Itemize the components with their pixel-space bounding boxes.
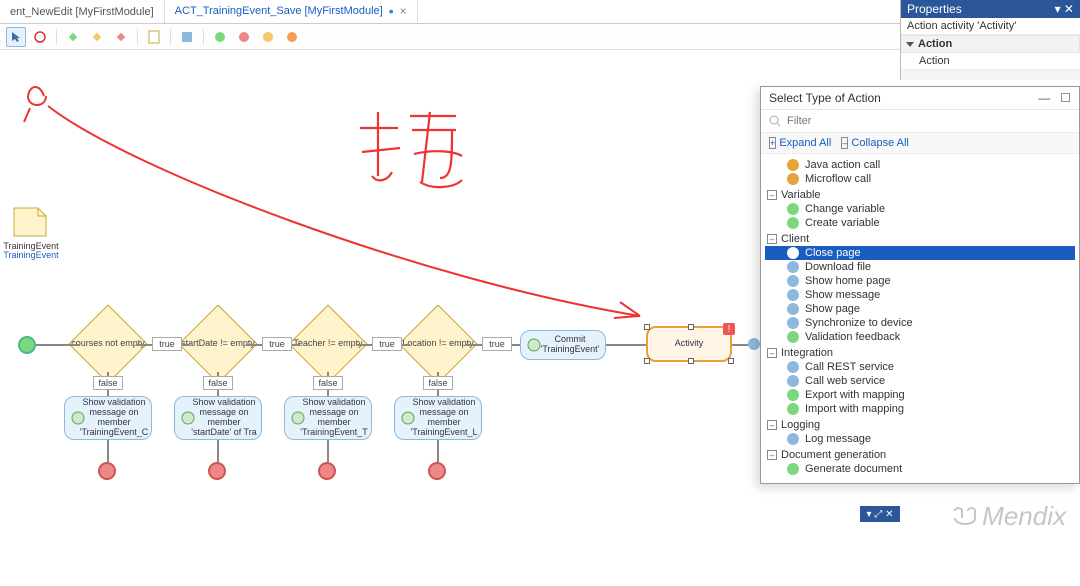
action-create-variable[interactable]: Create variable xyxy=(765,216,1075,230)
properties-title: Properties xyxy=(907,2,962,16)
true-label: true xyxy=(482,337,512,351)
true-label: true xyxy=(262,337,292,351)
props-action-row[interactable]: Action xyxy=(901,53,1080,70)
tab-act-save[interactable]: ACT_TrainingEvent_Save [MyFirstModule] •… xyxy=(165,0,418,23)
status-bar[interactable]: ▾ ⤢ ✕ xyxy=(860,506,900,522)
end-event[interactable] xyxy=(428,462,446,480)
group-integration[interactable]: –Integration xyxy=(765,346,1075,360)
action-microflow-call[interactable]: Microflow call xyxy=(765,172,1075,186)
action-log-message[interactable]: Log message xyxy=(765,432,1075,446)
green-circle-icon[interactable] xyxy=(210,27,230,47)
expand-all-link[interactable]: + Expand All xyxy=(769,137,831,149)
action-show-page[interactable]: Show page xyxy=(765,302,1075,316)
group-logging[interactable]: –Logging xyxy=(765,418,1075,432)
activity-validation-3[interactable]: Show validation message on member 'Train… xyxy=(284,396,372,440)
true-label: true xyxy=(152,337,182,351)
action-tree[interactable]: Java action call Microflow call –Variabl… xyxy=(761,154,1079,483)
red-diamond-icon[interactable] xyxy=(111,27,131,47)
activity-commit[interactable]: Commit 'TrainingEvent' xyxy=(520,330,606,360)
filter-input[interactable] xyxy=(785,114,1071,128)
parameter-trainingevent[interactable]: TrainingEvent TrainingEvent xyxy=(10,206,50,240)
document-icon[interactable] xyxy=(144,27,164,47)
orange-circle-icon[interactable] xyxy=(282,27,302,47)
end-event[interactable] xyxy=(208,462,226,480)
action-change-variable[interactable]: Change variable xyxy=(765,202,1075,216)
end-event[interactable] xyxy=(98,462,116,480)
select-action-popup: Select Type of Action — ☐ + Expand All –… xyxy=(760,86,1080,484)
true-label: true xyxy=(372,337,402,351)
tab-label: ent_NewEdit [MyFirstModule] xyxy=(10,6,154,18)
flow-line xyxy=(606,344,646,346)
start-event[interactable] xyxy=(18,336,36,354)
props-category-action[interactable]: Action xyxy=(901,35,1080,53)
flow-line xyxy=(36,344,80,346)
action-call-rest[interactable]: Call REST service xyxy=(765,360,1075,374)
flow-line xyxy=(107,440,109,462)
minimize-icon[interactable]: — xyxy=(1038,91,1050,105)
action-show-message[interactable]: Show message xyxy=(765,288,1075,302)
maximize-icon[interactable]: ☐ xyxy=(1060,91,1071,105)
action-show-home[interactable]: Show home page xyxy=(765,274,1075,288)
end-connector xyxy=(748,338,760,350)
action-validation-feedback[interactable]: Validation feedback xyxy=(765,330,1075,344)
activity-validation-4[interactable]: Show validation message on member 'Train… xyxy=(394,396,482,440)
group-variable[interactable]: –Variable xyxy=(765,188,1075,202)
action-java-call[interactable]: Java action call xyxy=(765,158,1075,172)
blue-square-icon[interactable] xyxy=(177,27,197,47)
pointer-tool-icon[interactable] xyxy=(6,27,26,47)
orange-diamond-icon[interactable] xyxy=(87,27,107,47)
group-client[interactable]: –Client xyxy=(765,232,1075,246)
green-diamond-icon[interactable] xyxy=(63,27,83,47)
false-label: false xyxy=(313,376,343,390)
action-generate-document[interactable]: Generate document xyxy=(765,462,1075,476)
decision-location[interactable]: Location != empty xyxy=(410,316,466,372)
properties-subtitle: Action activity 'Activity' xyxy=(901,18,1080,35)
tab-label: ACT_TrainingEvent_Save [MyFirstModule] xyxy=(175,5,383,17)
end-event[interactable] xyxy=(318,462,336,480)
tab-newedit[interactable]: ent_NewEdit [MyFirstModule] xyxy=(0,0,165,23)
decision-startdate[interactable]: startDate != empty xyxy=(190,316,246,372)
annotation-text: 拖 xyxy=(360,110,404,174)
search-icon xyxy=(769,115,781,127)
action-sync-device[interactable]: Synchronize to device xyxy=(765,316,1075,330)
error-badge-icon: ! xyxy=(722,322,736,336)
param-type: TrainingEvent xyxy=(0,251,66,260)
flow-line xyxy=(217,440,219,462)
action-call-web[interactable]: Call web service xyxy=(765,374,1075,388)
group-docgen[interactable]: –Document generation xyxy=(765,448,1075,462)
action-close-page[interactable]: Close page xyxy=(765,246,1075,260)
decision-courses[interactable]: courses not empty xyxy=(80,316,136,372)
action-export-mapping[interactable]: Export with mapping xyxy=(765,388,1075,402)
false-label: false xyxy=(423,376,453,390)
action-download-file[interactable]: Download file xyxy=(765,260,1075,274)
close-icon[interactable]: × xyxy=(400,4,407,18)
popup-title-text: Select Type of Action xyxy=(769,91,881,105)
svg-text:!: ! xyxy=(728,324,731,335)
activity-validation-2[interactable]: Show validation message on member 'start… xyxy=(174,396,262,440)
false-label: false xyxy=(203,376,233,390)
connector-tool-icon[interactable] xyxy=(30,27,50,47)
collapse-all-link[interactable]: – Collapse All xyxy=(841,137,909,149)
properties-header[interactable]: Properties ▾ ✕ xyxy=(901,0,1080,18)
flow-line xyxy=(327,440,329,462)
dirty-indicator-icon: • xyxy=(389,3,394,19)
properties-panel: Properties ▾ ✕ Action activity 'Activity… xyxy=(900,0,1080,80)
red-circle-icon[interactable] xyxy=(234,27,254,47)
watermark: Mendix xyxy=(952,501,1066,532)
decision-teacher[interactable]: Teacher != empty xyxy=(300,316,356,372)
yellow-circle-icon[interactable] xyxy=(258,27,278,47)
activity-validation-1[interactable]: Show validation message on member 'Train… xyxy=(64,396,152,440)
action-import-mapping[interactable]: Import with mapping xyxy=(765,402,1075,416)
popup-titlebar[interactable]: Select Type of Action — ☐ xyxy=(761,87,1079,110)
activity-selected[interactable]: Activity ! xyxy=(646,326,732,362)
flow-line xyxy=(437,440,439,462)
false-label: false xyxy=(93,376,123,390)
